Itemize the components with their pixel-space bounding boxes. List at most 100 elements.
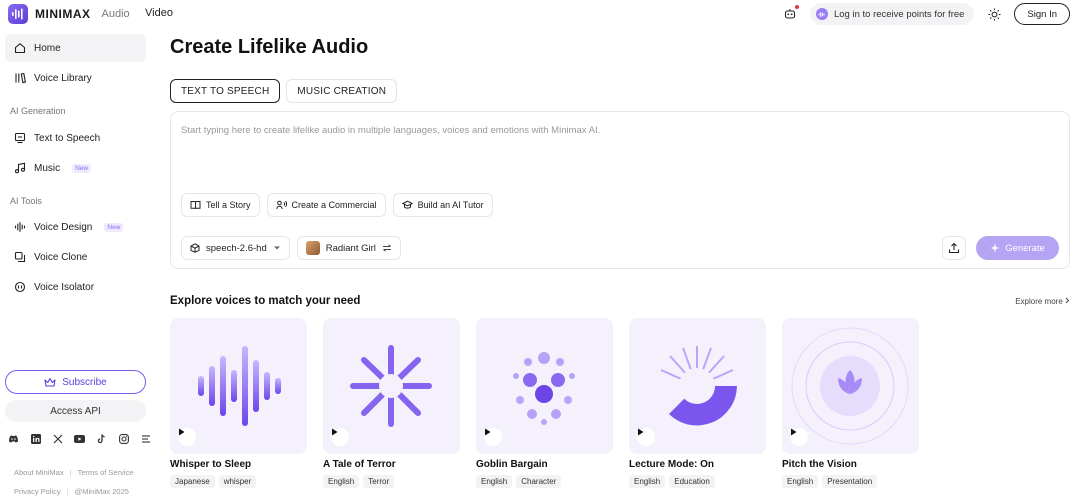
notification-robot-button[interactable] bbox=[778, 2, 802, 26]
card-tag: English bbox=[782, 475, 819, 488]
notification-dot bbox=[794, 5, 799, 9]
voice-card[interactable]: A Tale of Terror English Terror bbox=[323, 318, 460, 488]
tab-text-to-speech[interactable]: TEXT TO SPEECH bbox=[170, 79, 281, 103]
generate-label: Generate bbox=[1005, 242, 1045, 254]
play-button[interactable] bbox=[331, 428, 349, 446]
play-icon bbox=[179, 428, 185, 436]
swap-icon bbox=[382, 244, 391, 252]
more-links-icon[interactable] bbox=[139, 432, 152, 445]
brand-name: MINIMAX bbox=[35, 7, 91, 21]
about-link[interactable]: About MiniMax bbox=[14, 468, 64, 477]
sidebar-item-text-to-speech[interactable]: Text to Speech bbox=[5, 124, 146, 152]
play-button[interactable] bbox=[637, 428, 655, 446]
voice-cards: Whisper to Sleep Japanese whisper A Tale… bbox=[170, 318, 919, 488]
library-icon bbox=[15, 72, 26, 84]
mode-tabs: TEXT TO SPEECH MUSIC CREATION bbox=[170, 79, 398, 103]
editor-controls: speech-2.6-hd Radiant Girl bbox=[181, 236, 401, 260]
play-button[interactable] bbox=[790, 428, 808, 446]
footer-links-row-1: About MiniMax | Terms of Service bbox=[14, 468, 133, 477]
sidebar-item-voice-isolator[interactable]: Voice Isolator bbox=[5, 273, 146, 301]
upload-button[interactable] bbox=[942, 236, 966, 260]
voice-card[interactable]: Lecture Mode: On English Education bbox=[629, 318, 766, 488]
waveform-icon bbox=[14, 221, 26, 233]
card-artwork bbox=[629, 318, 766, 454]
book-icon bbox=[190, 201, 201, 210]
card-title: A Tale of Terror bbox=[323, 459, 396, 470]
model-select[interactable]: speech-2.6-hd bbox=[181, 236, 290, 260]
chip-build-an-ai-tutor[interactable]: Build an AI Tutor bbox=[392, 193, 493, 217]
play-button[interactable] bbox=[178, 428, 196, 446]
nav-video-link[interactable]: Video bbox=[145, 7, 173, 19]
sparkle-icon bbox=[990, 243, 1000, 253]
sidebar-item-voice-library[interactable]: Voice Library bbox=[5, 64, 146, 92]
sign-in-button[interactable]: Sign In bbox=[1014, 3, 1070, 25]
theme-toggle[interactable] bbox=[982, 2, 1006, 26]
chip-create-a-commercial[interactable]: Create a Commercial bbox=[266, 193, 386, 217]
sidebar-item-label: Voice Design bbox=[34, 221, 93, 233]
card-title: Lecture Mode: On bbox=[629, 459, 715, 470]
section-ai-tools: AI Tools bbox=[10, 196, 42, 206]
card-tag: English bbox=[629, 475, 666, 488]
voice-value: Radiant Girl bbox=[325, 242, 376, 254]
youtube-icon[interactable] bbox=[73, 432, 86, 445]
explore-more-link[interactable]: Explore more bbox=[1015, 297, 1070, 306]
prompt-chips: Tell a Story Create a Commercial Build a… bbox=[181, 193, 493, 217]
tab-music-creation[interactable]: MUSIC CREATION bbox=[286, 79, 398, 103]
chip-label: Build an AI Tutor bbox=[417, 200, 484, 210]
logo-mark-icon bbox=[8, 4, 28, 24]
new-badge: New bbox=[104, 222, 124, 232]
tiktok-icon[interactable] bbox=[95, 432, 108, 445]
card-tags: Japanese whisper bbox=[170, 475, 307, 488]
sidebar-item-label: Home bbox=[34, 42, 61, 54]
card-tag: Presentation bbox=[822, 475, 878, 488]
social-links bbox=[7, 432, 152, 445]
top-bar: MINIMAX Audio Video Log in to receive po… bbox=[0, 0, 1080, 28]
play-button[interactable] bbox=[484, 428, 502, 446]
tts-icon bbox=[14, 132, 26, 144]
x-twitter-icon[interactable] bbox=[51, 432, 64, 445]
voice-card[interactable]: Pitch the Vision English Presentation bbox=[782, 318, 919, 488]
sidebar-item-label: Voice Library bbox=[34, 72, 92, 84]
generate-button[interactable]: Generate bbox=[976, 236, 1059, 260]
voice-select[interactable]: Radiant Girl bbox=[296, 236, 401, 260]
card-tags: English Character bbox=[476, 475, 613, 488]
subscribe-label: Subscribe bbox=[62, 376, 107, 388]
points-promo[interactable]: Log in to receive points for free bbox=[809, 3, 975, 25]
sidebar-item-label: Voice Isolator bbox=[34, 281, 95, 293]
text-editor[interactable]: Start typing here to create lifelike aud… bbox=[170, 111, 1070, 269]
voice-card[interactable]: Whisper to Sleep Japanese whisper bbox=[170, 318, 307, 488]
footer-separator: | bbox=[69, 468, 72, 477]
cube-icon bbox=[190, 243, 200, 253]
sidebar-item-voice-design[interactable]: Voice Design New bbox=[5, 213, 146, 241]
card-tags: English Terror bbox=[323, 475, 460, 488]
subscribe-button[interactable]: Subscribe bbox=[5, 370, 146, 394]
new-badge: New bbox=[72, 163, 92, 173]
sidebar-item-voice-clone[interactable]: Voice Clone bbox=[5, 243, 146, 271]
logo[interactable]: MINIMAX Audio bbox=[8, 4, 130, 24]
chip-tell-a-story[interactable]: Tell a Story bbox=[181, 193, 260, 217]
linkedin-icon[interactable] bbox=[29, 432, 42, 445]
chip-label: Tell a Story bbox=[206, 200, 251, 210]
voice-avatar bbox=[305, 241, 320, 255]
terms-link[interactable]: Terms of Service bbox=[78, 468, 134, 477]
chip-label: Create a Commercial bbox=[291, 200, 377, 210]
chevron-right-icon bbox=[1065, 297, 1070, 304]
points-icon bbox=[815, 8, 828, 20]
voice-card[interactable]: Goblin Bargain English Character bbox=[476, 318, 613, 488]
discord-icon[interactable] bbox=[7, 432, 20, 445]
privacy-link[interactable]: Privacy Policy bbox=[14, 487, 61, 496]
card-tag: Education bbox=[669, 475, 715, 488]
sidebar-item-music[interactable]: Music New bbox=[5, 154, 146, 182]
access-api-button[interactable]: Access API bbox=[5, 400, 146, 422]
graduation-cap-icon bbox=[401, 200, 413, 209]
points-text: Log in to receive points for free bbox=[833, 8, 965, 20]
model-value: speech-2.6-hd bbox=[206, 242, 267, 254]
clone-icon bbox=[14, 251, 26, 263]
card-title: Goblin Bargain bbox=[476, 459, 548, 470]
card-artwork bbox=[170, 318, 307, 454]
sidebar-item-label: Music bbox=[34, 162, 61, 174]
instagram-icon[interactable] bbox=[117, 432, 130, 445]
play-icon bbox=[638, 428, 644, 436]
sidebar-item-label: Voice Clone bbox=[34, 251, 88, 263]
sidebar-item-home[interactable]: Home bbox=[5, 34, 146, 62]
